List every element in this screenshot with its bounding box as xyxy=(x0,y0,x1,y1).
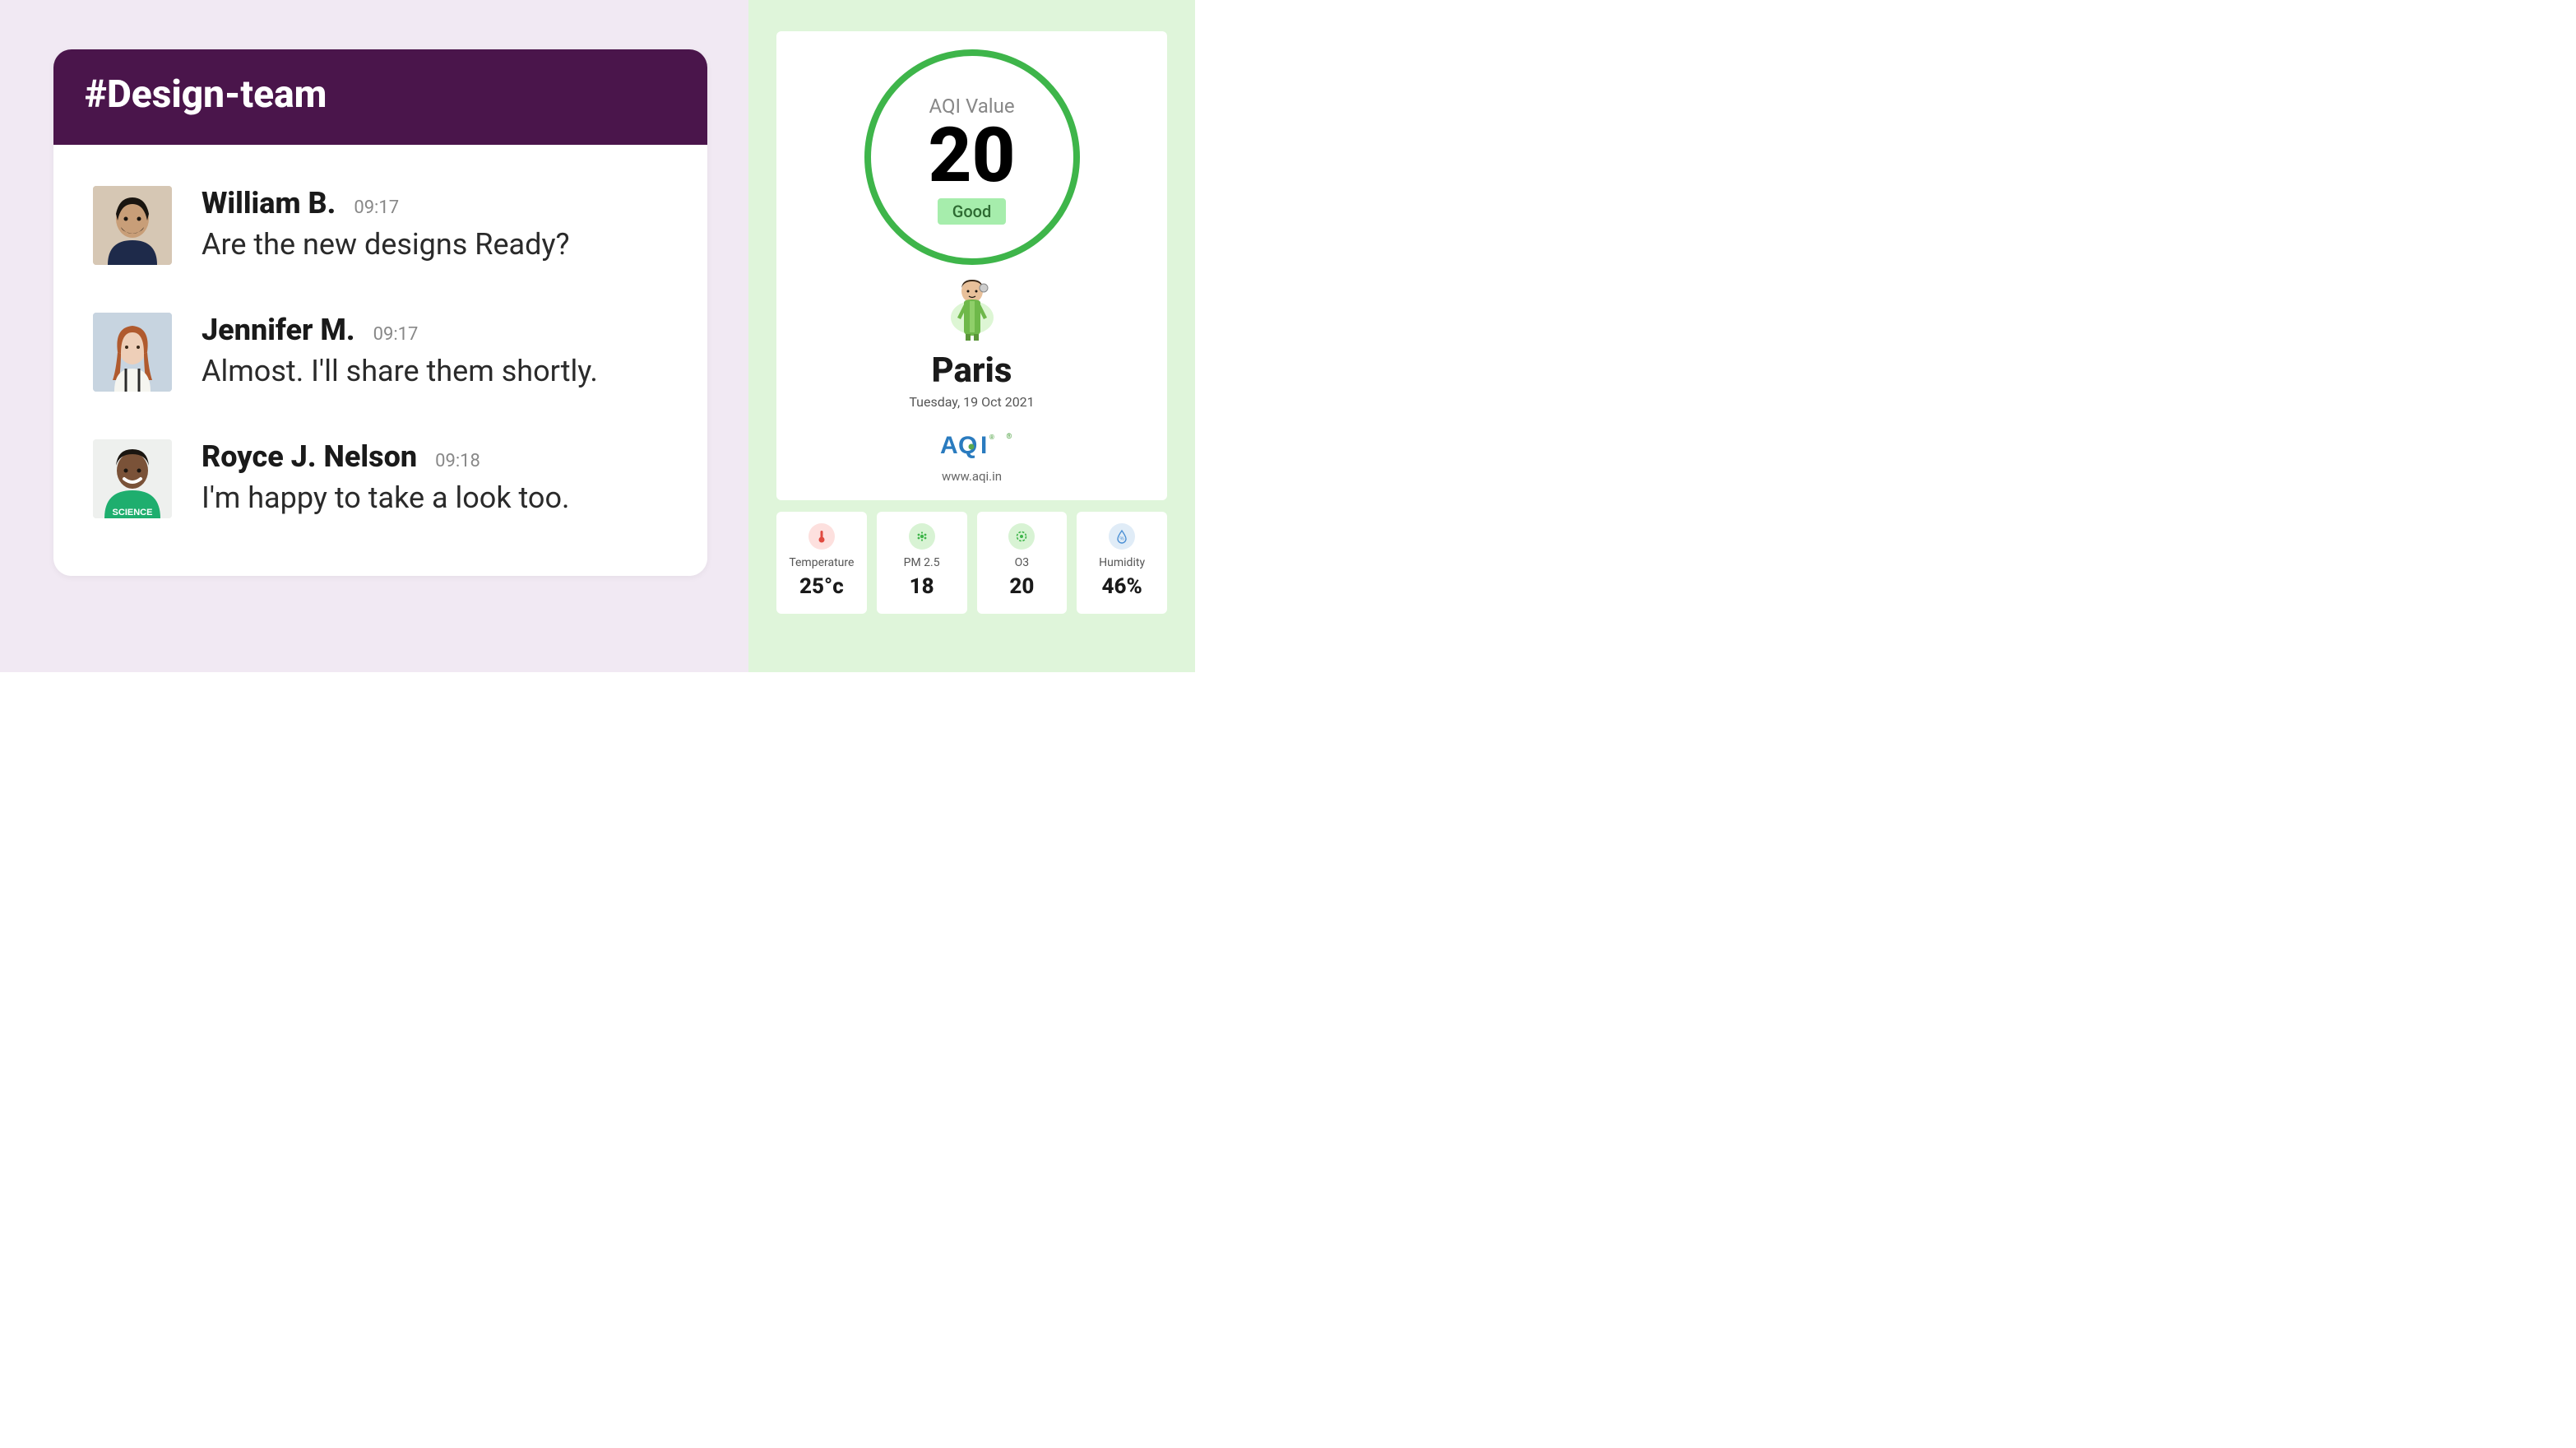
metric-o3: O3 20 xyxy=(977,512,1068,614)
metric-label: PM 2.5 xyxy=(904,556,940,569)
message-text: Almost. I'll share them shortly. xyxy=(202,354,668,388)
message-time: 09:17 xyxy=(373,324,419,345)
metric-humidity: % Humidity 46% xyxy=(1077,512,1167,614)
avatar[interactable] xyxy=(93,313,172,392)
message-time: 09:17 xyxy=(354,197,399,218)
ozone-icon xyxy=(1008,523,1035,550)
metric-value: 46% xyxy=(1101,574,1142,599)
avatar[interactable] xyxy=(93,186,172,265)
channel-title: #Design-team xyxy=(53,49,707,145)
message-time: 09:18 xyxy=(435,451,480,471)
city-name: Paris xyxy=(932,350,1012,391)
brand-logo: A Q I ® xyxy=(940,431,1004,466)
brand: A Q I ® www.aqi.in xyxy=(940,431,1004,484)
metric-label: Temperature xyxy=(789,556,854,569)
message-content: William B. 09:17 Are the new designs Rea… xyxy=(202,186,668,265)
mascot-icon xyxy=(947,276,997,342)
chat-panel: #Design-team William B. xyxy=(0,0,748,672)
metric-pm25: PM 2.5 18 xyxy=(877,512,967,614)
metric-value: 18 xyxy=(910,574,934,599)
aqi-ring: AQI Value 20 Good xyxy=(864,49,1080,265)
particles-icon xyxy=(909,523,935,550)
thermometer-icon xyxy=(808,523,835,550)
message-text: I'm happy to take a look too. xyxy=(202,480,668,515)
message-text: Are the new designs Ready? xyxy=(202,227,668,262)
chat-message: SCIENCE Royce J. Nelson 09:18 I'm happy … xyxy=(93,439,668,518)
aqi-status: Good xyxy=(938,198,1007,225)
avatar[interactable]: SCIENCE xyxy=(93,439,172,518)
svg-text:Q: Q xyxy=(958,432,977,459)
svg-text:I: I xyxy=(980,432,986,459)
message-author: William B. xyxy=(202,186,336,220)
message-content: Jennifer M. 09:17 Almost. I'll share the… xyxy=(202,313,668,392)
metric-value: 25°c xyxy=(799,574,844,599)
metric-label: Humidity xyxy=(1099,556,1145,569)
svg-text:SCIENCE: SCIENCE xyxy=(113,508,153,517)
date-text: Tuesday, 19 Oct 2021 xyxy=(909,394,1034,410)
chat-message: Jennifer M. 09:17 Almost. I'll share the… xyxy=(93,313,668,392)
message-author: Jennifer M. xyxy=(202,313,355,347)
metric-value: 20 xyxy=(1009,574,1034,599)
metric-temperature: Temperature 25°c xyxy=(776,512,867,614)
aqi-card: AQI Value 20 Good Paris Tuesday, 1 xyxy=(776,31,1167,500)
message-author: Royce J. Nelson xyxy=(202,439,417,474)
aqi-value: 20 xyxy=(928,123,1015,191)
message-content: Royce J. Nelson 09:18 I'm happy to take … xyxy=(202,439,668,518)
metric-label: O3 xyxy=(1015,556,1030,569)
metrics-row: Temperature 25°c PM 2.5 18 xyxy=(776,512,1167,614)
svg-text:®: ® xyxy=(989,434,994,441)
aqi-panel: AQI Value 20 Good Paris Tuesday, 1 xyxy=(748,0,1195,672)
chat-message: William B. 09:17 Are the new designs Rea… xyxy=(93,186,668,265)
chat-body: William B. 09:17 Are the new designs Rea… xyxy=(53,145,707,576)
brand-url[interactable]: www.aqi.in xyxy=(942,469,1002,484)
chat-card: #Design-team William B. xyxy=(53,49,707,576)
svg-text:%: % xyxy=(1119,537,1124,542)
svg-text:A: A xyxy=(940,432,957,459)
humidity-icon: % xyxy=(1109,523,1135,550)
